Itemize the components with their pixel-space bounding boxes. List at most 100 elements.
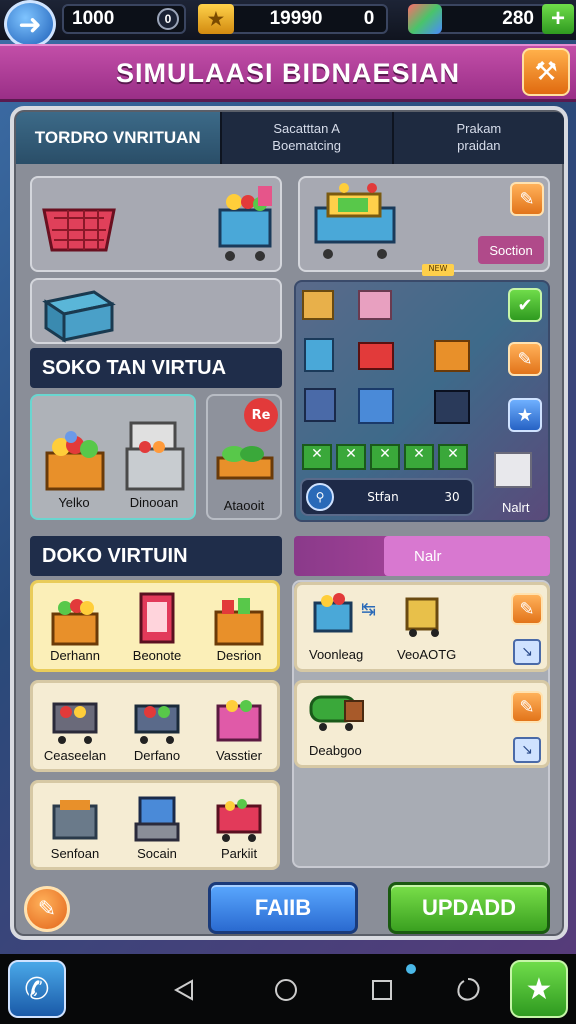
item-label: Derhann: [50, 648, 100, 663]
fridge-icon[interactable]: [304, 338, 334, 372]
list-item[interactable]: Socain: [119, 785, 195, 867]
tools-button[interactable]: ⚒: [522, 48, 570, 96]
basket-icon: [42, 208, 116, 252]
edit-inventory-button[interactable]: ✎: [508, 342, 542, 376]
box-icon[interactable]: [302, 290, 334, 320]
edit-display-button[interactable]: ✎: [510, 182, 544, 216]
produce-box-icon: [51, 599, 99, 646]
expand-button[interactable]: ↘: [513, 639, 541, 665]
fruit-crate-icon: [45, 431, 105, 491]
list-item[interactable]: Ceaseelan: [37, 685, 113, 769]
search-bar[interactable]: ⚲ Stfan 30: [300, 478, 474, 516]
filter-toggle[interactable]: ✕: [302, 444, 332, 470]
money-value: 19990: [269, 8, 323, 29]
shelf-icon[interactable]: [358, 388, 394, 424]
yellow-cart-icon: [405, 597, 439, 637]
inventory-grid: ✔ ✎ ★ ✕ ✕ ✕ ✕ ✕ ⚲ Stfan 30 Nalrt: [294, 280, 550, 522]
register-icon: [134, 796, 180, 842]
back-button[interactable]: ➜: [4, 0, 56, 48]
fail-button[interactable]: FAIIB: [208, 882, 358, 934]
tab-settings[interactable]: Sacatttan A Boematcing: [222, 112, 394, 164]
new-tag: NEW: [422, 264, 454, 276]
soko-single-card[interactable]: Re Ataooit: [206, 394, 282, 520]
money-crate-icon: ★: [198, 4, 234, 34]
list-item[interactable]: Vasstier: [201, 685, 277, 769]
soko-item[interactable]: Yelko: [36, 400, 112, 516]
search-label: Stfan: [367, 490, 399, 504]
edit-card-button[interactable]: ✎: [511, 593, 543, 625]
storage-card[interactable]: [30, 278, 282, 344]
expand-button[interactable]: ↘: [513, 737, 541, 763]
assistant-icon[interactable]: [454, 976, 482, 1004]
favorites-button[interactable]: ★: [510, 960, 568, 1018]
soko-pair-card[interactable]: Yelko Dinooan: [30, 394, 196, 520]
tab-detail[interactable]: Nalr: [384, 536, 550, 576]
pencil-icon: ✎: [519, 696, 535, 718]
item-label: Beonote: [132, 648, 182, 663]
tab-plans[interactable]: Prakam praidan: [394, 112, 564, 164]
coins-badge: 0: [157, 8, 179, 30]
monitor-stand-icon[interactable]: [304, 388, 336, 422]
list-item[interactable]: Senfoan: [37, 785, 113, 867]
list-item[interactable]: Derfano: [119, 685, 195, 769]
nav-back-icon[interactable]: [172, 978, 196, 1002]
filter-row: ✕ ✕ ✕ ✕ ✕: [302, 444, 468, 470]
list-item[interactable]: Parkiit: [201, 785, 277, 867]
title-bar: SIMULAASI BIDNAESIAN: [0, 44, 576, 102]
list-item[interactable]: Desrion: [201, 585, 277, 669]
package-icon[interactable]: [358, 290, 392, 320]
freezer-chest-icon: [125, 421, 185, 491]
pencil-icon: ✎: [519, 188, 535, 210]
confirm-button[interactable]: ✔: [508, 288, 542, 322]
filter-toggle[interactable]: ✕: [370, 444, 400, 470]
cooler-icon[interactable]: [494, 452, 532, 488]
list-item[interactable]: Derhann: [37, 585, 113, 669]
item-label: Deabgoo: [309, 743, 362, 758]
red-cart-icon[interactable]: [358, 342, 394, 370]
phone-button[interactable]: ✆: [8, 960, 66, 1018]
nav-recents-icon[interactable]: [370, 978, 394, 1002]
right-card[interactable]: ↹ Voonleag VeoAOTG ✎ ↘: [294, 582, 550, 672]
equipment-card[interactable]: [30, 176, 282, 272]
star-icon: ★: [525, 971, 553, 1007]
item-label: Senfoan: [50, 846, 100, 861]
favorite-button[interactable]: ★: [508, 398, 542, 432]
green-wagon-icon: [309, 695, 364, 731]
crate-icon[interactable]: [434, 340, 470, 372]
section-button[interactable]: Soction: [478, 236, 544, 264]
gems-value: 280: [502, 8, 534, 29]
filter-toggle[interactable]: ✕: [438, 444, 468, 470]
soko-item[interactable]: Dinooan: [116, 400, 192, 516]
display-card[interactable]: ✎ Soction: [298, 176, 550, 272]
item-label: Socain: [137, 846, 177, 861]
snack-box-icon: [214, 598, 264, 646]
tab-store[interactable]: TORDRO VNRITUAN: [16, 112, 222, 164]
nav-home-icon[interactable]: [274, 978, 298, 1002]
soko-item-label: Ataooit: [223, 498, 265, 513]
bread-crate-icon: [52, 800, 98, 840]
filter-toggle[interactable]: ✕: [404, 444, 434, 470]
display-table-icon: [314, 183, 396, 259]
right-card[interactable]: Deabgoo ✎ ↘: [294, 680, 550, 768]
cart-icon: [218, 186, 272, 261]
soko-item-label: Dinooan: [129, 495, 179, 510]
item-label: Desrion: [216, 648, 262, 663]
edit-card-button[interactable]: ✎: [511, 691, 543, 723]
storage-box-icon: [42, 290, 116, 343]
cooler-label: Nalrt: [502, 500, 530, 515]
phone-icon: ✆: [24, 971, 50, 1007]
add-gems-button[interactable]: +: [542, 4, 574, 34]
screen-icon[interactable]: [434, 390, 470, 424]
section-header-doko: DOKO VIRTUIN: [30, 536, 282, 576]
sale-badge: Re: [244, 398, 278, 432]
notification-dot: [406, 964, 416, 974]
veggie-stand-icon: [216, 446, 274, 480]
list-item[interactable]: Beonote: [119, 585, 195, 669]
coins-value: 1000: [72, 8, 115, 29]
item-label: VeoAOTG: [397, 647, 457, 662]
info-button[interactable]: ✎: [24, 886, 70, 932]
filter-toggle[interactable]: ✕: [336, 444, 366, 470]
expand-icon: ↘: [521, 742, 533, 758]
update-button[interactable]: UPDADD: [388, 882, 550, 934]
resource-counter-coins: 1000 0: [62, 4, 186, 34]
